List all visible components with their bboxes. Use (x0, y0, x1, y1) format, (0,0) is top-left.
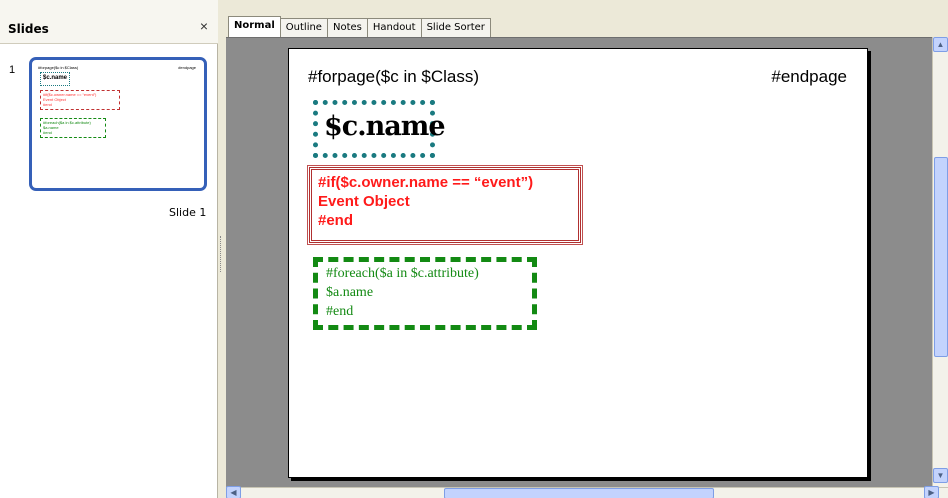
splitter-grip[interactable] (220, 236, 223, 272)
thumb-box3: #foreach($a in $c.attribute) $a.name #en… (40, 118, 106, 138)
tab-outline[interactable]: Outline (279, 18, 328, 37)
tab-handout[interactable]: Handout (366, 18, 422, 37)
arrow-left-icon[interactable]: ◀ (226, 486, 241, 498)
arrow-up-icon[interactable]: ▲ (933, 37, 948, 52)
slide-canvas[interactable]: #forpage($c in $Class) #endpage $c.name … (288, 48, 868, 478)
impress-window: Slides × 1 #forpage($c in $Class) #endpa… (0, 0, 948, 498)
thumb-header-left: #forpage($c in $Class) (38, 65, 79, 70)
slide-label: Slide 1 (169, 206, 207, 219)
pane-splitter[interactable] (218, 0, 226, 498)
class-name-text: $c.name (324, 111, 445, 142)
foreach-line-2: $a.name (326, 285, 374, 300)
vertical-scroll-thumb[interactable] (934, 157, 948, 357)
thumb-box3-line-3: #end (43, 130, 52, 135)
tab-normal[interactable]: Normal (228, 16, 281, 37)
horizontal-scroll-thumb[interactable] (444, 488, 714, 498)
close-icon[interactable]: × (196, 18, 212, 34)
vertical-scrollbar[interactable]: ▲ ▼ (932, 37, 948, 487)
thumb-box2-line-3: #end (43, 102, 52, 107)
foreach-line-3: #end (326, 304, 354, 319)
thumb-header-right: #endpage (178, 65, 196, 70)
class-name-textbox[interactable]: $c.name (313, 100, 445, 158)
thumb-box1: $c.name (40, 72, 70, 86)
slides-pane-header: Slides × (0, 0, 218, 44)
slide-workspace: #forpage($c in $Class) #endpage $c.name … (226, 37, 932, 487)
thumb-box2: #if($c.owner.name == “event”) Event Obje… (40, 90, 120, 110)
view-tabs: Normal Outline Notes Handout Slide Sorte… (228, 16, 491, 37)
slides-pane: Slides × 1 #forpage($c in $Class) #endpa… (0, 0, 218, 498)
thumb-box1-text: $c.name (43, 75, 68, 81)
slide-header-left[interactable]: #forpage($c in $Class) (308, 67, 479, 87)
if-line-3: #end (318, 212, 354, 229)
foreach-textbox[interactable]: #foreach($a in $c.attribute) $a.name #en… (313, 257, 537, 330)
foreach-line-1: #foreach($a in $c.attribute) (326, 266, 479, 281)
slide-number: 1 (9, 64, 16, 76)
slide-header-right[interactable]: #endpage (771, 67, 847, 87)
if-line-2: Event Object (318, 193, 410, 210)
slides-pane-title: Slides (8, 22, 49, 36)
tab-slide-sorter[interactable]: Slide Sorter (420, 18, 491, 37)
arrow-down-icon[interactable]: ▼ (933, 468, 948, 483)
slide-thumbnail[interactable]: #forpage($c in $Class) #endpage $c.name … (29, 57, 207, 191)
if-line-1: #if($c.owner.name == “event”) (318, 174, 534, 191)
if-condition-textbox[interactable]: #if($c.owner.name == “event”) Event Obje… (307, 165, 583, 245)
horizontal-scrollbar[interactable]: ◀ ▶ (226, 486, 948, 498)
arrow-right-icon[interactable]: ▶ (924, 486, 939, 498)
tab-notes[interactable]: Notes (326, 18, 368, 37)
